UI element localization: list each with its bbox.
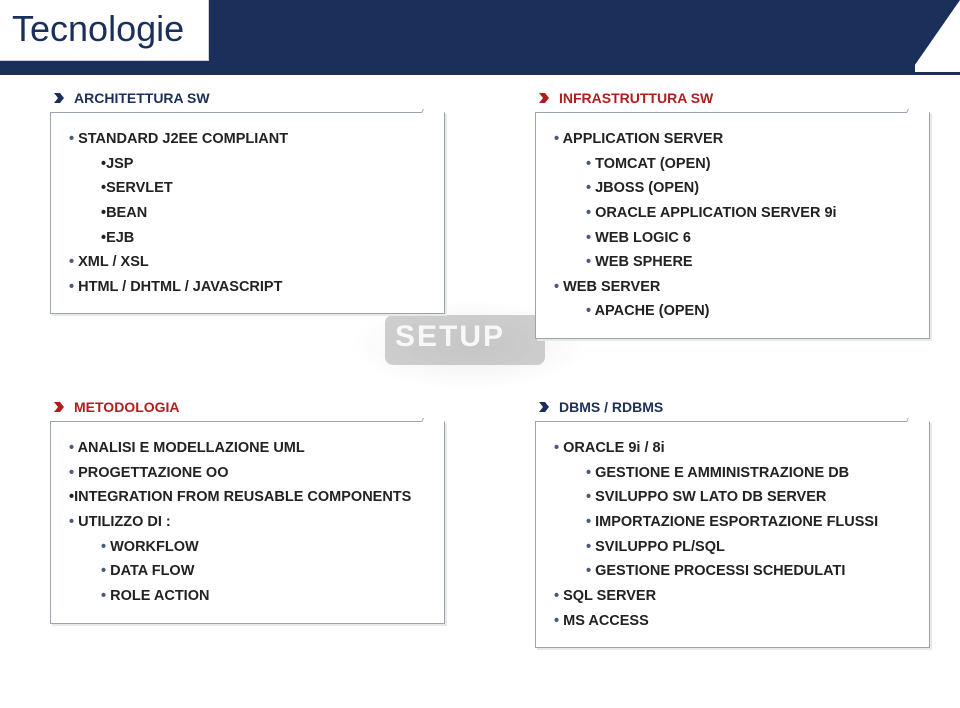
list-item: ANALISI E MODELLAZIONE UML bbox=[69, 436, 428, 461]
list-item: SVILUPPO SW LATO DB SERVER bbox=[554, 485, 913, 510]
arrow-right-icon bbox=[537, 91, 551, 105]
list-item: IMPORTAZIONE ESPORTAZIONE FLUSSI bbox=[554, 510, 913, 535]
list-item: •JSP bbox=[69, 152, 428, 177]
card-architettura: STANDARD J2EE COMPLIANT•JSP•SERVLET•BEAN… bbox=[50, 112, 445, 314]
section-metodologia: METODOLOGIA ANALISI E MODELLAZIONE UMLPR… bbox=[50, 399, 445, 648]
list-item: GESTIONE E AMMINISTRAZIONE DB bbox=[554, 461, 913, 486]
list-item: STANDARD J2EE COMPLIANT bbox=[69, 127, 428, 152]
list-item: APPLICATION SERVER bbox=[554, 127, 913, 152]
card-infrastruttura: APPLICATION SERVERTOMCAT (OPEN)JBOSS (OP… bbox=[535, 112, 930, 339]
list-item: TOMCAT (OPEN) bbox=[554, 152, 913, 177]
list-item: WEB SERVER bbox=[554, 275, 913, 300]
list-item: WORKFLOW bbox=[69, 535, 428, 560]
list-item: •INTEGRATION FROM REUSABLE COMPONENTS bbox=[69, 485, 428, 510]
section-label-metodologia: METODOLOGIA bbox=[50, 399, 445, 415]
section-architettura: ARCHITETTURA SW STANDARD J2EE COMPLIANT•… bbox=[50, 90, 445, 339]
section-label-dbms: DBMS / RDBMS bbox=[535, 399, 930, 415]
list-item: APACHE (OPEN) bbox=[554, 299, 913, 324]
header-chevron-inner bbox=[893, 0, 915, 72]
list-item: UTILIZZO DI : bbox=[69, 510, 428, 535]
section-label-text: METODOLOGIA bbox=[74, 399, 180, 415]
section-label-infrastruttura: INFRASTRUTTURA SW bbox=[535, 90, 930, 106]
arrow-right-icon bbox=[52, 91, 66, 105]
section-infrastruttura: INFRASTRUTTURA SW APPLICATION SERVERTOMC… bbox=[535, 90, 930, 339]
arrow-right-icon bbox=[537, 400, 551, 414]
list-item: HTML / DHTML / JAVASCRIPT bbox=[69, 275, 428, 300]
section-dbms: DBMS / RDBMS ORACLE 9i / 8iGESTIONE E AM… bbox=[535, 399, 930, 648]
section-label-text: ARCHITETTURA SW bbox=[74, 90, 210, 106]
list-item: WEB LOGIC 6 bbox=[554, 226, 913, 251]
slide-content: ARCHITETTURA SW STANDARD J2EE COMPLIANT•… bbox=[0, 90, 960, 708]
section-label-text: DBMS / RDBMS bbox=[559, 399, 663, 415]
list-item: WEB SPHERE bbox=[554, 250, 913, 275]
list-item: •SERVLET bbox=[69, 176, 428, 201]
list-item: MS ACCESS bbox=[554, 609, 913, 634]
list-item: XML / XSL bbox=[69, 250, 428, 275]
card-metodologia: ANALISI E MODELLAZIONE UMLPROGETTAZIONE … bbox=[50, 421, 445, 623]
row-top: ARCHITETTURA SW STANDARD J2EE COMPLIANT•… bbox=[50, 90, 930, 339]
list-item: PROGETTAZIONE OO bbox=[69, 461, 428, 486]
list-item: •EJB bbox=[69, 226, 428, 251]
list-item: ROLE ACTION bbox=[69, 584, 428, 609]
header-underline bbox=[0, 72, 960, 75]
page-title-box: Tecnologie bbox=[0, 0, 209, 61]
arrow-right-icon bbox=[52, 400, 66, 414]
list-item: JBOSS (OPEN) bbox=[554, 176, 913, 201]
list-item: DATA FLOW bbox=[69, 559, 428, 584]
page-title: Tecnologie bbox=[12, 8, 184, 49]
section-label-text: INFRASTRUTTURA SW bbox=[559, 90, 713, 106]
card-dbms: ORACLE 9i / 8iGESTIONE E AMMINISTRAZIONE… bbox=[535, 421, 930, 648]
list-item: ORACLE APPLICATION SERVER 9i bbox=[554, 201, 913, 226]
list-item: ORACLE 9i / 8i bbox=[554, 436, 913, 461]
list-item: •BEAN bbox=[69, 201, 428, 226]
list-item: SQL SERVER bbox=[554, 584, 913, 609]
list-item: SVILUPPO PL/SQL bbox=[554, 535, 913, 560]
list-item: GESTIONE PROCESSI SCHEDULATI bbox=[554, 559, 913, 584]
section-label-architettura: ARCHITETTURA SW bbox=[50, 90, 445, 106]
header-chevron bbox=[910, 0, 960, 72]
row-bottom: METODOLOGIA ANALISI E MODELLAZIONE UMLPR… bbox=[50, 399, 930, 648]
